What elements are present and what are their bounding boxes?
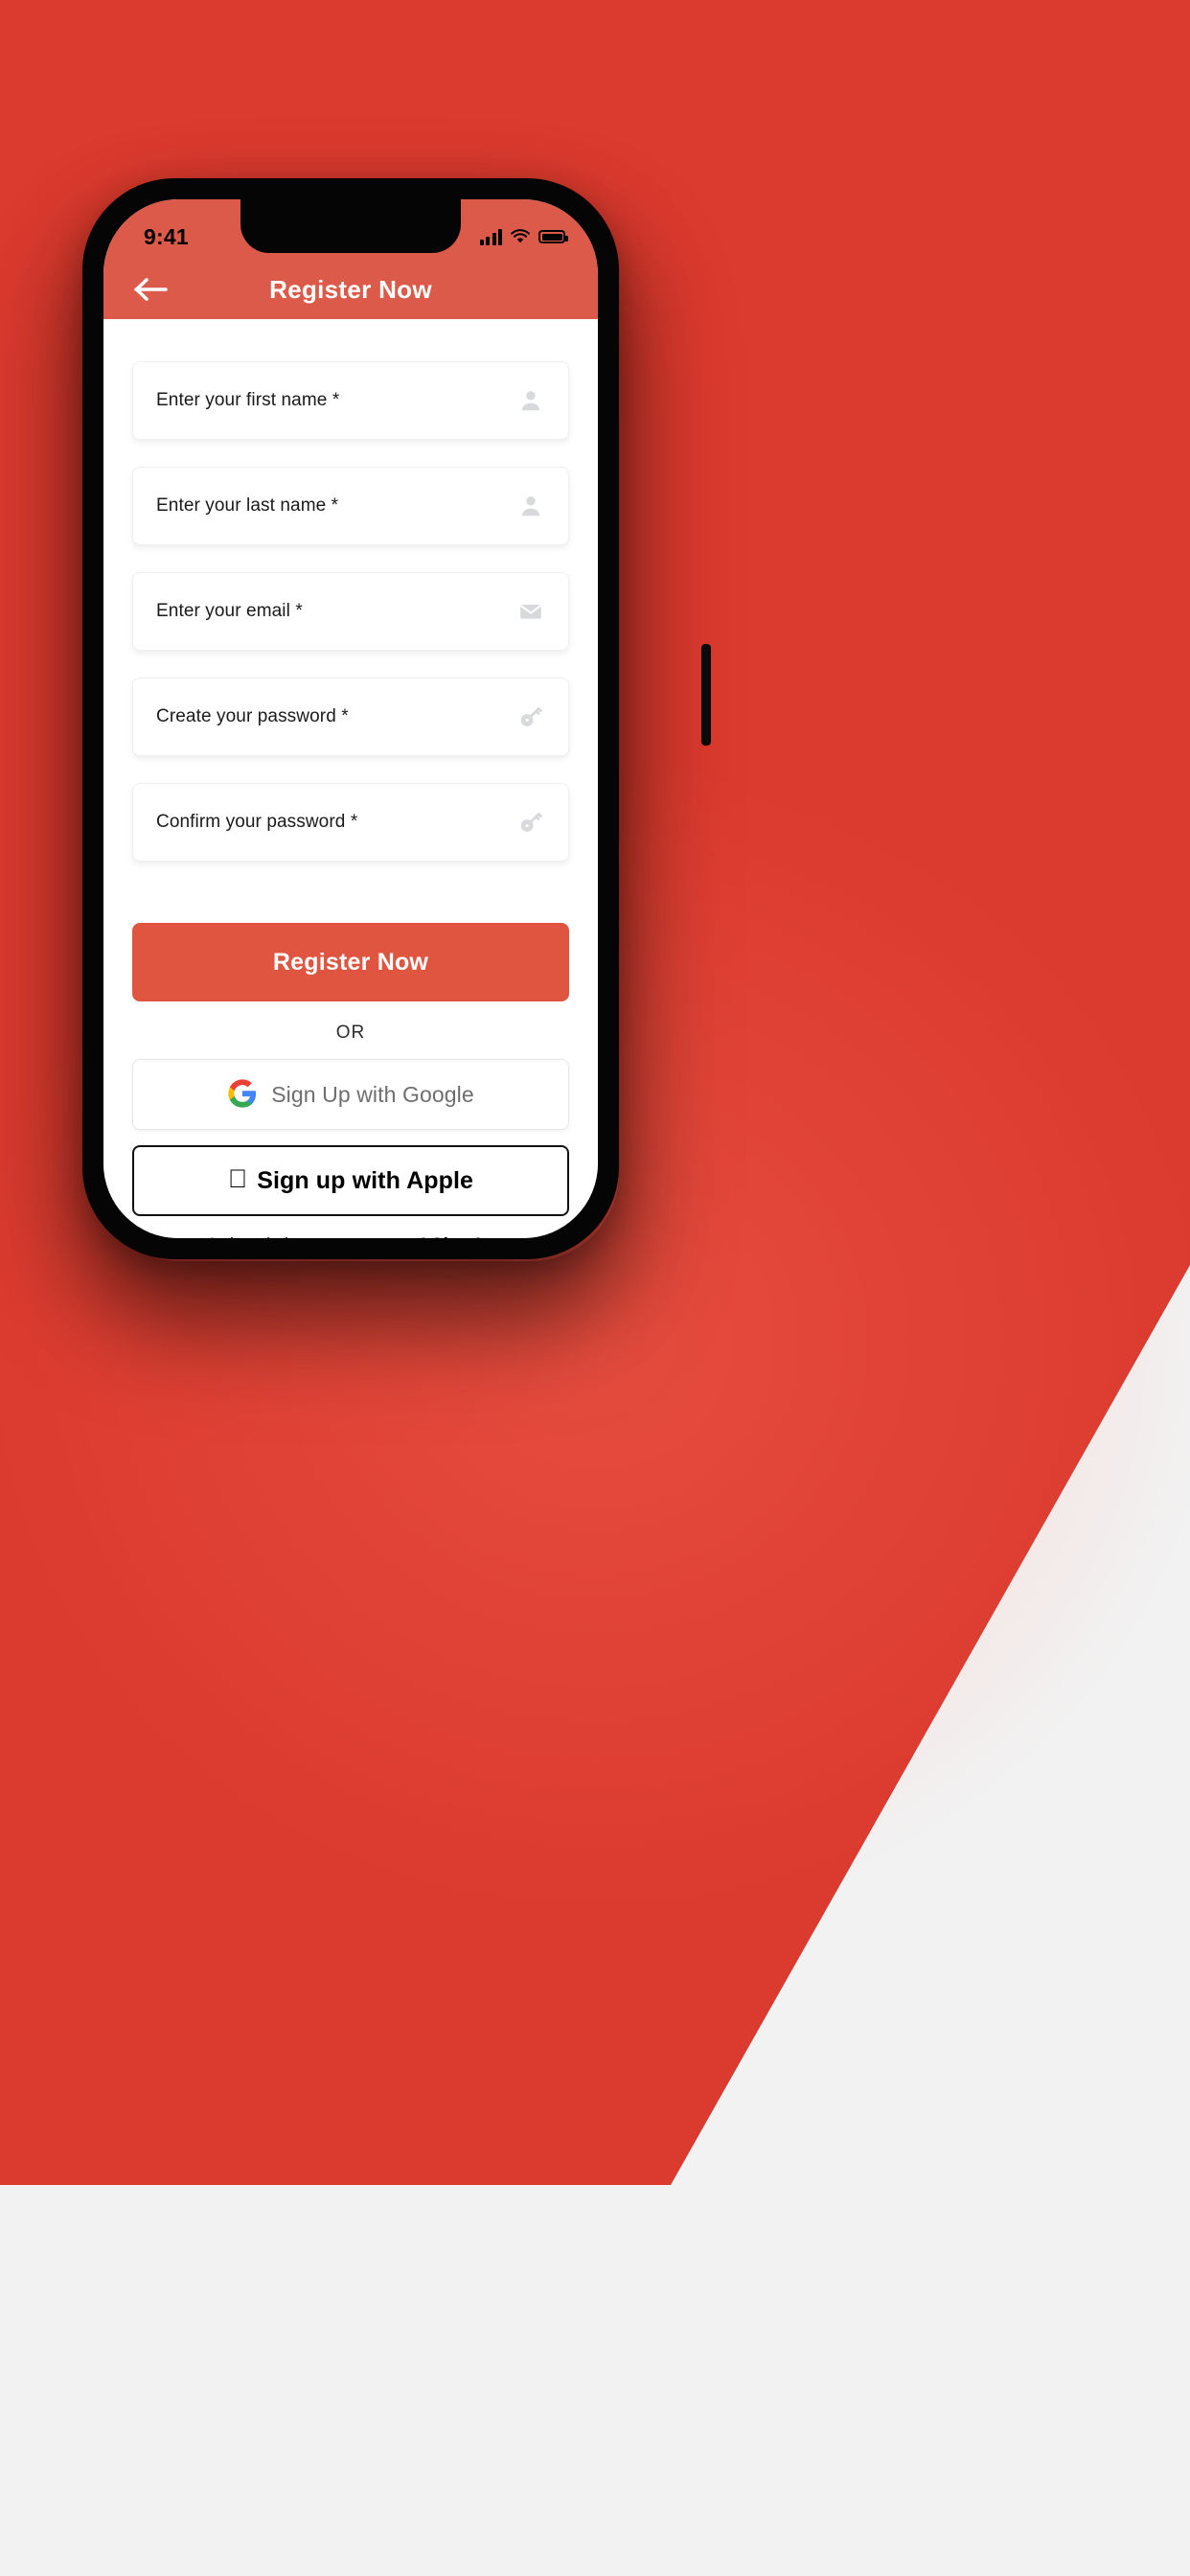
sign-up-with-apple-button[interactable]:  Sign up with Apple [132, 1145, 569, 1216]
google-g-icon [227, 1078, 258, 1112]
field-email[interactable]: Enter your email * [132, 572, 569, 651]
status-bar-time: 9:41 [144, 223, 189, 249]
phone-screen: 9:41 Register Now Enter your first name … [103, 199, 598, 1238]
sign-in-link[interactable]: Sign In [431, 1235, 492, 1238]
field-last-name[interactable]: Enter your last name * [132, 467, 569, 545]
signal-bars-icon [479, 228, 502, 245]
sign-in-row: I already have an account?Sign In [132, 1235, 569, 1238]
sign-up-with-google-button[interactable]: Sign Up with Google [132, 1059, 569, 1130]
battery-full-icon [538, 230, 568, 243]
sign-in-prompt: I already have an account? [210, 1235, 428, 1238]
arrow-left-icon [134, 278, 168, 301]
field-create-password-label: Create your password * [156, 706, 349, 726]
or-divider-label: OR [335, 1023, 366, 1043]
field-create-password[interactable]: Create your password * [132, 678, 569, 756]
wifi-icon [511, 229, 530, 244]
field-confirm-password[interactable]: Confirm your password * [132, 783, 569, 862]
power-button[interactable] [701, 644, 711, 746]
registration-form: Enter your first name * Enter your last … [103, 361, 598, 1238]
status-bar-icons [479, 228, 568, 245]
key-icon [516, 808, 545, 837]
field-first-name[interactable]: Enter your first name * [132, 361, 569, 440]
device-notch [240, 199, 461, 253]
field-first-name-label: Enter your first name * [156, 390, 340, 410]
back-button[interactable] [117, 260, 186, 319]
field-email-label: Enter your email * [156, 601, 303, 621]
sign-up-with-google-label: Sign Up with Google [271, 1081, 474, 1107]
navigation-bar: Register Now [103, 260, 598, 319]
apple-logo-icon:  [228, 1165, 247, 1192]
register-now-button[interactable]: Register Now [132, 923, 569, 1001]
person-icon [516, 386, 545, 415]
envelope-icon [516, 597, 545, 626]
field-last-name-label: Enter your last name * [156, 495, 339, 516]
key-icon [516, 702, 545, 731]
person-icon [516, 492, 545, 520]
field-confirm-password-label: Confirm your password * [156, 812, 358, 832]
app-header: 9:41 Register Now [103, 199, 598, 319]
sign-up-with-apple-label: Sign up with Apple [247, 1166, 473, 1194]
